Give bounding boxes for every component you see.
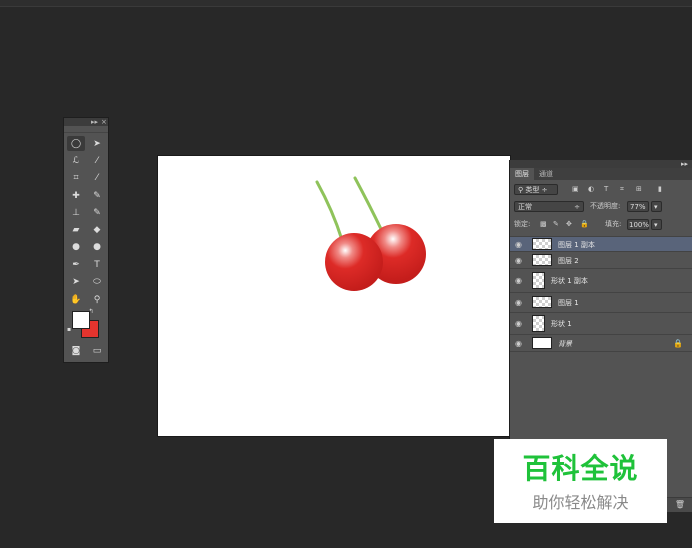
lock-paint-icon[interactable]: ✎: [553, 219, 559, 230]
visibility-eye-icon[interactable]: ◉: [515, 276, 522, 285]
dodge-icon[interactable]: ●: [88, 239, 106, 254]
chevron-down-icon: ÷: [574, 203, 580, 211]
layers-panel-header: ▸▸: [510, 160, 692, 168]
watermark-logo: 百科全说 助你轻松解决: [494, 439, 667, 523]
filter-adjust-icon[interactable]: ◐: [588, 184, 594, 195]
tools-panel-header: ▸▸ ×: [64, 118, 108, 126]
cherry-artwork: [315, 176, 426, 291]
hand-icon[interactable]: ✋: [67, 292, 85, 307]
close-icon[interactable]: ×: [101, 118, 107, 126]
layer-row[interactable]: ◉ 图层 1: [510, 292, 692, 312]
trash-icon[interactable]: 🗑: [675, 500, 685, 509]
pen-icon[interactable]: ✒: [67, 257, 85, 272]
paint-bucket-icon[interactable]: ◆: [88, 222, 106, 237]
filter-shape-icon[interactable]: ⌗: [620, 184, 624, 195]
cherry-left: [325, 233, 383, 291]
blend-mode-select[interactable]: 正常 ÷: [514, 201, 584, 212]
visibility-eye-icon[interactable]: ◉: [515, 240, 522, 249]
zoom-icon[interactable]: ⚲: [88, 292, 106, 307]
opacity-label: 不透明度:: [590, 202, 621, 210]
layer-name: 形状 1 副本: [551, 277, 588, 285]
layer-row[interactable]: ◉ 形状 1 副本: [510, 268, 692, 292]
blur-icon[interactable]: ●: [67, 239, 85, 254]
fill-field[interactable]: 100%: [627, 219, 649, 230]
visibility-eye-icon[interactable]: ◉: [515, 256, 522, 265]
lock-icon: 🔒: [673, 339, 683, 348]
shape-layer-thumbnail: [532, 315, 545, 332]
document-canvas[interactable]: [158, 156, 510, 436]
layer-row[interactable]: ◉ 形状 1: [510, 312, 692, 334]
tab-layers[interactable]: 图层: [510, 168, 534, 180]
opacity-field[interactable]: 77%: [627, 201, 649, 212]
default-colors-icon[interactable]: ▪: [64, 324, 74, 334]
layer-filter-label: 类型: [525, 186, 540, 194]
cherry-stem-right: [353, 176, 383, 231]
watermark-subtitle: 助你轻松解决: [532, 493, 629, 512]
healing-brush-icon[interactable]: ✚: [67, 188, 85, 203]
magic-wand-icon[interactable]: ⁄: [88, 153, 106, 168]
type-icon[interactable]: T: [88, 257, 106, 272]
lock-move-icon[interactable]: ✥: [566, 219, 572, 230]
background-layer-thumbnail: [532, 337, 552, 349]
quick-mask-icon[interactable]: ◙: [67, 343, 85, 358]
layer-thumbnail: [532, 254, 552, 266]
move-tool-icon[interactable]: ➤: [88, 136, 106, 151]
collapse-icon[interactable]: ▸▸: [681, 160, 688, 168]
collapse-icon[interactable]: ▸▸: [91, 118, 98, 126]
filter-smart-icon[interactable]: ⊞: [636, 184, 642, 195]
watermark-title: 百科全说: [522, 452, 639, 485]
stamp-icon[interactable]: ⊥: [67, 205, 85, 220]
layer-row[interactable]: ◉ 背景 🔒: [510, 334, 692, 352]
visibility-eye-icon[interactable]: ◉: [515, 298, 522, 307]
history-brush-icon[interactable]: ✎: [88, 205, 106, 220]
tools-panel: ▸▸ × ◯ ➤ ℒ ⁄ ⌗ ⁄ ✚ ✎ ⊥ ✎ ▰ ◆ ● ● ✒ T ➤ ⬭…: [63, 117, 109, 363]
panel-grip[interactable]: [64, 126, 108, 133]
blend-mode-value: 正常: [518, 203, 532, 211]
fill-dropdown-icon[interactable]: ▾: [651, 219, 662, 230]
layer-name: 图层 1: [558, 299, 579, 307]
layer-row[interactable]: ◉ 图层 1 副本: [510, 236, 692, 251]
filter-type-icon[interactable]: T: [604, 184, 608, 195]
filter-toggle-icon[interactable]: ▮: [658, 184, 662, 195]
tab-channels[interactable]: 通道: [534, 168, 558, 180]
swap-colors-icon[interactable]: ↰: [86, 306, 96, 316]
opacity-dropdown-icon[interactable]: ▾: [651, 201, 662, 212]
shape-layer-thumbnail: [532, 272, 545, 289]
fill-label: 填充:: [605, 220, 622, 228]
layers-panel-tabs: 图层 通道: [510, 168, 692, 180]
layer-name: 图层 1 副本: [558, 241, 595, 249]
visibility-eye-icon[interactable]: ◉: [515, 339, 522, 348]
eyedropper-icon[interactable]: ⁄: [88, 170, 106, 185]
ellipse-marquee-icon[interactable]: ◯: [67, 136, 85, 151]
visibility-eye-icon[interactable]: ◉: [515, 319, 522, 328]
layer-thumbnail: [532, 296, 552, 308]
layer-name: 形状 1: [551, 320, 572, 328]
lock-label: 锁定:: [514, 220, 531, 228]
filter-pixel-icon[interactable]: ▣: [572, 184, 579, 195]
lock-all-icon[interactable]: 🔒: [580, 219, 589, 230]
layer-name: 背景: [558, 340, 572, 348]
screen-mode-icon[interactable]: ▭: [88, 343, 106, 358]
eraser-icon[interactable]: ▰: [67, 222, 85, 237]
top-ruler-strip: [0, 0, 692, 7]
path-selection-icon[interactable]: ➤: [67, 274, 85, 289]
brush-icon[interactable]: ✎: [88, 188, 106, 203]
layer-thumbnail: [532, 238, 552, 250]
lasso-icon[interactable]: ℒ: [67, 153, 85, 168]
layer-row[interactable]: ◉ 图层 2: [510, 251, 692, 268]
cherry-stem-left: [315, 180, 344, 242]
layer-name: 图层 2: [558, 257, 579, 265]
layer-filter-select[interactable]: ⚲ 类型 ÷: [514, 184, 558, 195]
crop-icon[interactable]: ⌗: [67, 170, 85, 185]
shape-icon[interactable]: ⬭: [88, 274, 106, 289]
lock-transparent-icon[interactable]: ▩: [540, 219, 547, 230]
